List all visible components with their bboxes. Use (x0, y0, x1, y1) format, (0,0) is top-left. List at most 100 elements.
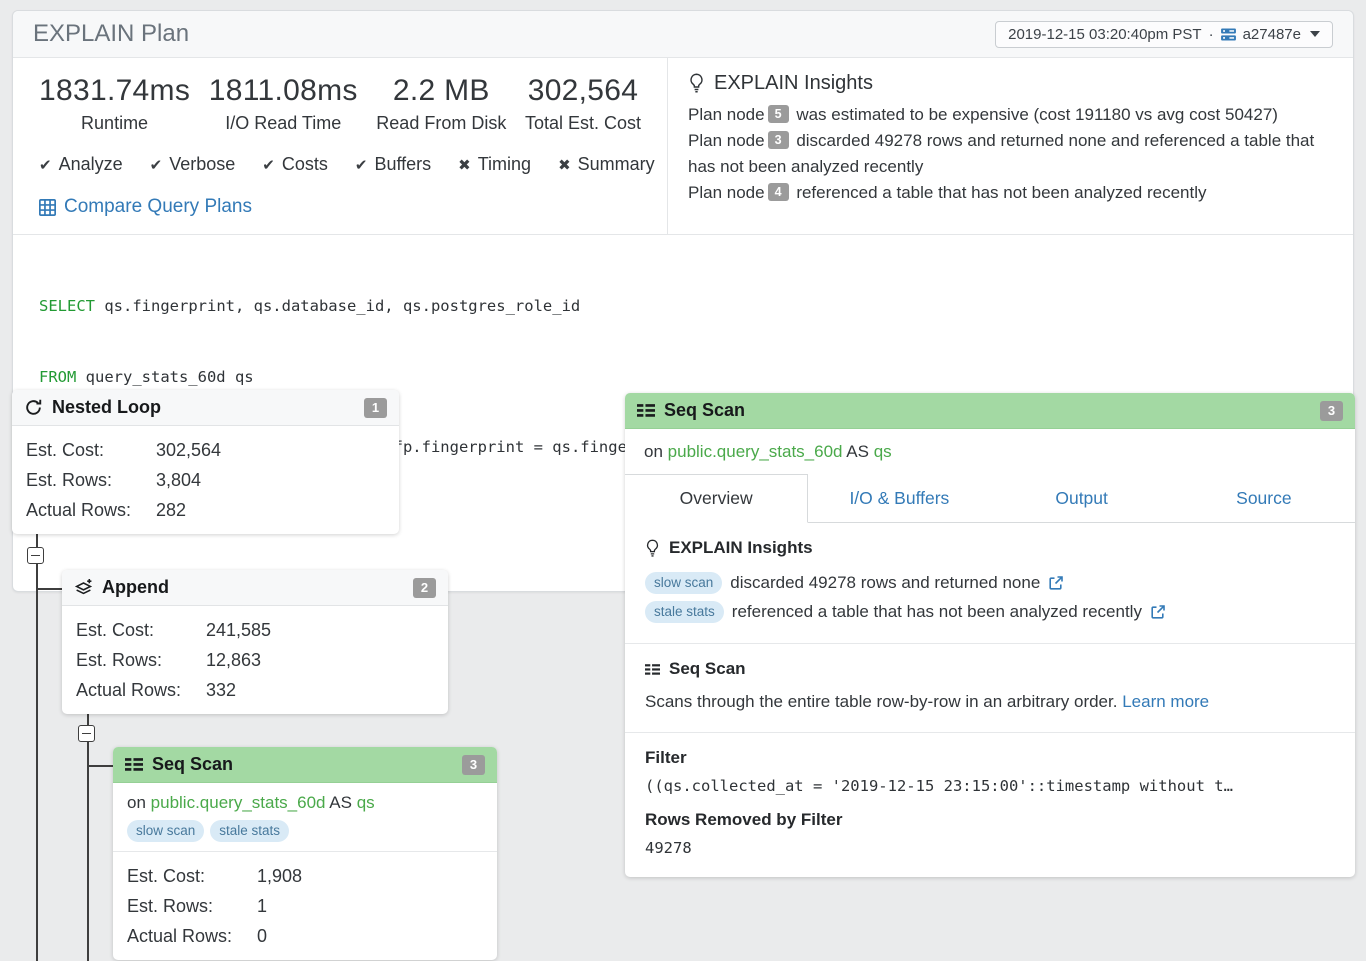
plan-node-badge[interactable]: 5 (768, 105, 789, 123)
learn-more-link[interactable]: Learn more (1122, 692, 1209, 711)
doc-text: Scans through the entire table row-by-ro… (645, 692, 1117, 711)
stat-runtime: 1831.74ms Runtime (39, 74, 190, 134)
sql-keyword: SELECT (39, 297, 95, 315)
option-label: Summary (578, 154, 655, 174)
node-table-info: on public.query_stats_60d AS qs slow sca… (113, 783, 497, 852)
cross-icon: ✖ (458, 157, 471, 174)
stat-value: 302,564 (156, 435, 221, 465)
node-doc-title: Seq Scan (645, 659, 1335, 679)
lightbulb-icon (688, 73, 705, 94)
tab-io-buffers[interactable]: I/O & Buffers (808, 474, 990, 522)
stat-label: Total Est. Cost (525, 113, 641, 134)
node-header: Append 2 (62, 570, 448, 606)
node-doc-title-text: Seq Scan (669, 659, 746, 679)
check-icon: ✔ (39, 157, 52, 174)
tab-output[interactable]: Output (991, 474, 1173, 522)
node-stat-row: Est. Rows:12,863 (76, 645, 434, 675)
node-title: Append (102, 577, 169, 598)
stat-label: Est. Cost: (76, 615, 206, 645)
insight-item: Plan node5 was estimated to be expensive… (688, 102, 1331, 128)
stat-read-from-disk: 2.2 MB Read From Disk (376, 74, 506, 134)
collapse-toggle-append[interactable] (78, 725, 95, 742)
plan-node-append[interactable]: Append 2 Est. Cost:241,585 Est. Rows:12,… (62, 570, 448, 714)
insights-title: EXPLAIN Insights (688, 72, 1331, 95)
node-stat-row: Est. Cost:1,908 (127, 861, 483, 891)
insight-prefix: Plan node (688, 105, 765, 124)
node-number-badge: 3 (462, 755, 485, 775)
plan-summary: 1831.74ms Runtime 1811.08ms I/O Read Tim… (13, 58, 667, 234)
plan-node-nested-loop[interactable]: Nested Loop 1 Est. Cost:302,564 Est. Row… (12, 390, 399, 534)
node-detail-panel: Seq Scan 3 on public.query_stats_60d AS … (625, 393, 1355, 877)
check-icon: ✔ (355, 157, 368, 174)
insight-item: Plan node3 discarded 49278 rows and retu… (688, 128, 1331, 180)
page-title: EXPLAIN Plan (33, 20, 189, 48)
minus-icon (82, 733, 91, 735)
stat-value: 241,585 (206, 615, 271, 645)
node-stats: Est. Cost:1,908 Est. Rows:1 Actual Rows:… (113, 852, 497, 960)
stat-label: Est. Cost: (26, 435, 156, 465)
tab-source[interactable]: Source (1173, 474, 1355, 522)
alias-link[interactable]: qs (357, 793, 375, 812)
stat-value: 332 (206, 675, 236, 705)
stat-value: 1811.08ms (209, 74, 358, 108)
stat-value: 1,908 (257, 861, 302, 891)
on-prefix: on (644, 442, 663, 461)
tab-overview[interactable]: Overview (625, 474, 808, 523)
option-label: Verbose (169, 154, 235, 174)
stat-total-est-cost: 302,564 Total Est. Cost (525, 74, 641, 134)
stat-value: 1831.74ms (39, 74, 190, 108)
insight-item: stale stats referenced a table that has … (645, 597, 1335, 626)
as-label: AS (846, 442, 869, 461)
node-header: Seq Scan 3 (113, 747, 497, 783)
explain-insights-panel: EXPLAIN Insights Plan node5 was estimate… (667, 58, 1353, 234)
plan-node-seq-scan[interactable]: Seq Scan 3 on public.query_stats_60d AS … (113, 747, 497, 960)
alias-link[interactable]: qs (874, 442, 892, 461)
option-timing: ✖Timing (458, 154, 531, 175)
node-stat-row: Actual Rows:282 (26, 495, 385, 525)
node-title: Seq Scan (152, 754, 233, 775)
insights-title: EXPLAIN Insights (645, 538, 1335, 558)
external-link-icon[interactable] (1150, 604, 1166, 620)
insights-title-text: EXPLAIN Insights (714, 72, 873, 95)
compare-query-plans-link[interactable]: Compare Query Plans (39, 196, 641, 218)
plan-timestamp-dropdown[interactable]: 2019-12-15 03:20:40pm PST · a27487e (995, 21, 1333, 48)
tag-stale-stats: stale stats (210, 820, 289, 842)
table-link[interactable]: public.query_stats_60d (668, 442, 843, 461)
detail-header: Seq Scan 3 (625, 393, 1355, 429)
stat-label: Actual Rows: (127, 921, 257, 951)
insight-tags: slow scan stale stats (127, 820, 483, 842)
external-link-icon[interactable] (1048, 575, 1064, 591)
plan-node-badge[interactable]: 4 (768, 183, 789, 201)
timestamp-text: 2019-12-15 03:20:40pm PST (1008, 26, 1201, 43)
option-buffers: ✔ Buffers (355, 154, 431, 175)
table-rows-icon (645, 663, 660, 676)
node-header: Nested Loop 1 (12, 390, 399, 426)
server-id: a27487e (1243, 26, 1301, 43)
insight-text: discarded 49278 rows and returned none (730, 568, 1040, 597)
stats-row: 1831.74ms Runtime 1811.08ms I/O Read Tim… (39, 74, 641, 134)
stat-value: 302,564 (525, 74, 641, 108)
detail-tabs: Overview I/O & Buffers Output Source (625, 474, 1355, 523)
node-number-badge: 1 (364, 398, 387, 418)
on-prefix: on (127, 793, 146, 812)
rows-removed-label: Rows Removed by Filter (645, 810, 1335, 830)
tag-stale-stats: stale stats (645, 601, 724, 623)
node-stat-row: Est. Rows:1 (127, 891, 483, 921)
loop-icon (24, 398, 43, 417)
tag-slow-scan: slow scan (645, 572, 722, 594)
table-link[interactable]: public.query_stats_60d (151, 793, 326, 812)
explain-plan-header: EXPLAIN Plan 2019-12-15 03:20:40pm PST ·… (13, 11, 1353, 58)
node-stat-row: Actual Rows:332 (76, 675, 434, 705)
node-stat-row: Actual Rows:0 (127, 921, 483, 951)
insight-prefix: Plan node (688, 183, 765, 202)
stat-value: 0 (257, 921, 267, 951)
option-verbose: ✔Verbose (150, 154, 236, 175)
filter-section: Filter ((qs.collected_at = '2019-12-15 2… (625, 733, 1355, 874)
stat-label: Actual Rows: (76, 675, 206, 705)
insights-title-text: EXPLAIN Insights (669, 538, 813, 558)
node-number-badge: 3 (1320, 401, 1343, 421)
insight-text: was estimated to be expensive (cost 1911… (796, 105, 1278, 124)
option-label: Buffers (374, 154, 431, 174)
collapse-toggle-nested-loop[interactable] (27, 547, 44, 564)
plan-node-badge[interactable]: 3 (768, 131, 789, 149)
